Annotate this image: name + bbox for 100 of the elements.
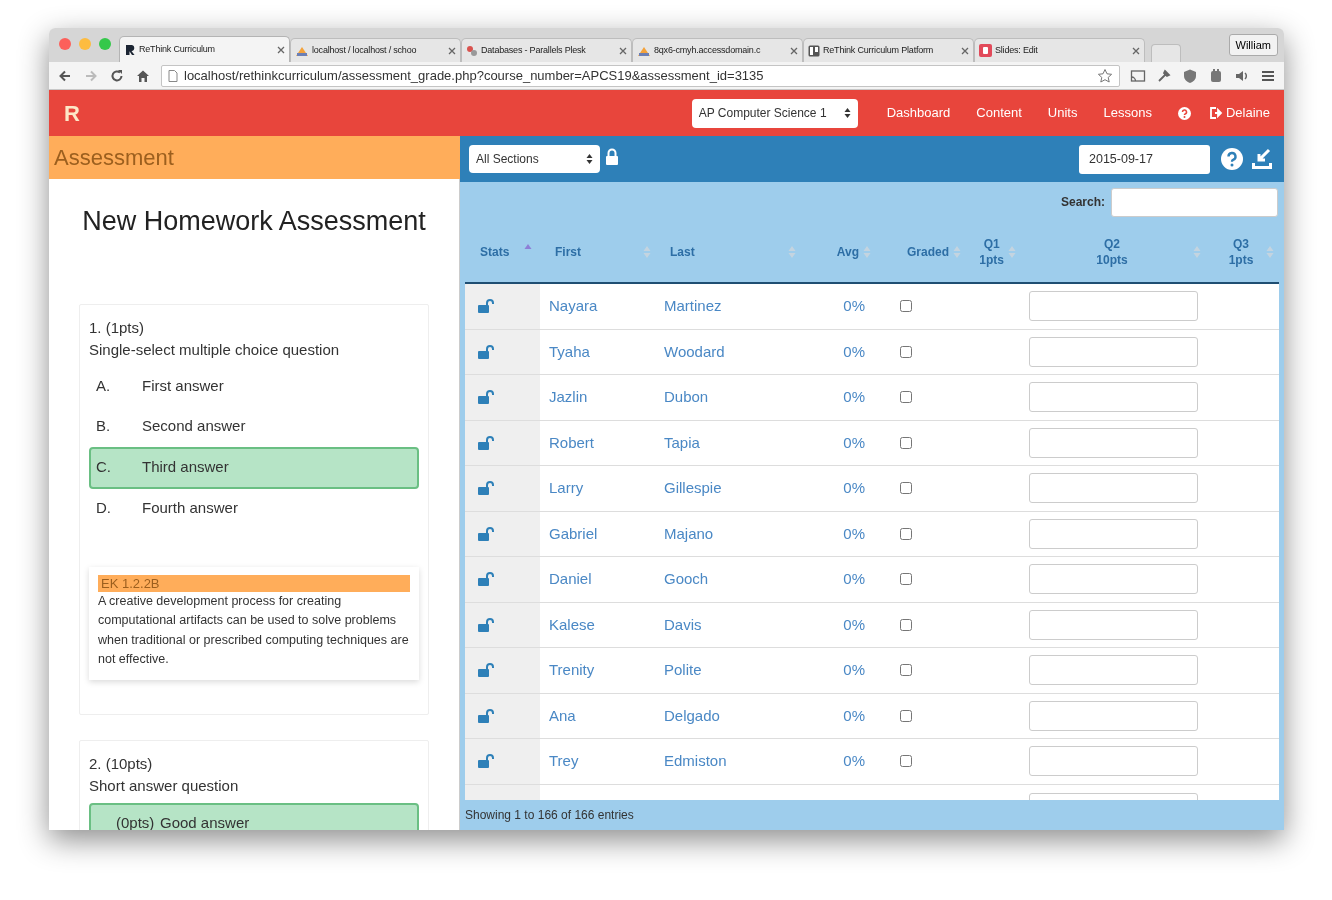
- score-field[interactable]: [1029, 746, 1198, 777]
- graded-checkbox[interactable]: [900, 345, 912, 358]
- star-icon[interactable]: [1097, 67, 1113, 84]
- nav-link[interactable]: Content: [963, 103, 1035, 123]
- nav-link[interactable]: Dashboard: [873, 103, 964, 123]
- column-header[interactable]: Graded: [875, 222, 965, 282]
- score-field[interactable]: [1029, 473, 1198, 504]
- unlock-icon[interactable]: [478, 526, 494, 541]
- first-name[interactable]: Ana: [549, 704, 576, 727]
- date-field[interactable]: 2015-09-17: [1079, 144, 1210, 174]
- profile-button[interactable]: William: [1228, 34, 1278, 56]
- first-name[interactable]: Robert: [549, 431, 595, 454]
- nav-link[interactable]: Lessons: [1090, 103, 1165, 123]
- unlock-icon[interactable]: [478, 572, 494, 587]
- unlock-icon[interactable]: [478, 617, 494, 632]
- browser-tab[interactable]: localhost / localhost / schoo: [290, 38, 461, 62]
- graded-checkbox[interactable]: [900, 436, 912, 449]
- close-icon[interactable]: [277, 45, 285, 54]
- graded-checkbox[interactable]: [900, 755, 912, 768]
- last-name[interactable]: Delgado: [664, 704, 720, 727]
- close-icon[interactable]: [961, 46, 969, 55]
- unlock-icon[interactable]: [478, 344, 494, 359]
- score-field[interactable]: [1029, 382, 1198, 413]
- user-link[interactable]: Delaine: [1209, 103, 1270, 123]
- close-icon[interactable]: [619, 46, 627, 55]
- first-name[interactable]: Tyaha: [549, 340, 590, 363]
- first-name[interactable]: Trey: [549, 750, 579, 773]
- address-field[interactable]: localhost/rethinkcurriculum/assessment_grade.php?course_number=APCS19&assessment_id=3135: [161, 64, 1120, 87]
- last-name[interactable]: Tapia: [664, 431, 700, 454]
- graded-checkbox[interactable]: [900, 573, 912, 586]
- column-header[interactable]: Q2 10pts: [1020, 222, 1205, 282]
- column-header[interactable]: First: [540, 222, 655, 282]
- column-header[interactable]: Last: [655, 222, 800, 282]
- column-header[interactable]: Q3 1pts: [1205, 222, 1278, 282]
- close-icon[interactable]: [1132, 46, 1140, 55]
- last-name[interactable]: Edmiston: [664, 750, 727, 773]
- close-icon[interactable]: [448, 46, 456, 55]
- eyedropper-icon[interactable]: [1156, 67, 1172, 84]
- graded-checkbox[interactable]: [900, 300, 912, 313]
- score-field[interactable]: [1029, 655, 1198, 686]
- shield-icon[interactable]: [1182, 67, 1198, 84]
- last-name[interactable]: Davis: [664, 613, 702, 636]
- window-control-icon[interactable]: [59, 38, 71, 50]
- browser-tab[interactable]: Databases - Parallels Plesk: [461, 38, 632, 62]
- cast-icon[interactable]: [1130, 67, 1146, 84]
- graded-checkbox[interactable]: [900, 391, 912, 404]
- graded-checkbox[interactable]: [900, 482, 912, 495]
- last-name[interactable]: Gillespie: [664, 477, 722, 500]
- section-select[interactable]: All Sections: [469, 145, 600, 173]
- column-header[interactable]: Stats: [465, 222, 540, 282]
- unlock-icon[interactable]: [478, 390, 494, 405]
- first-name[interactable]: Daniel: [549, 568, 592, 591]
- last-name[interactable]: Dubon: [664, 386, 709, 409]
- last-name[interactable]: Polite: [664, 659, 702, 682]
- updown-icon: [843, 107, 851, 119]
- nav-link[interactable]: Units: [1034, 103, 1091, 123]
- plug-icon[interactable]: [1208, 67, 1224, 84]
- score-field[interactable]: [1029, 427, 1198, 458]
- download-icon[interactable]: [1251, 148, 1273, 170]
- first-name[interactable]: Larry: [549, 477, 584, 500]
- score-field[interactable]: [1029, 518, 1198, 549]
- first-name[interactable]: Kalese: [549, 613, 595, 636]
- lock-icon[interactable]: [605, 147, 619, 165]
- last-name[interactable]: Majano: [664, 522, 714, 545]
- score-field[interactable]: [1029, 291, 1198, 322]
- course-select[interactable]: AP Computer Science 1: [691, 98, 858, 128]
- graded-checkbox[interactable]: [900, 709, 912, 722]
- score-field[interactable]: [1029, 609, 1198, 640]
- logo[interactable]: R: [64, 96, 80, 130]
- url-text: localhost/rethinkcurriculum/assessment_grade.php?course_number=APCS19&assessment_id=3135: [184, 66, 765, 85]
- unlock-icon[interactable]: [478, 708, 494, 723]
- unlock-icon[interactable]: [478, 435, 494, 450]
- graded-checkbox[interactable]: [900, 527, 912, 540]
- unlock-icon[interactable]: [478, 299, 494, 314]
- graded-checkbox[interactable]: [900, 618, 912, 631]
- search-field[interactable]: [1111, 187, 1278, 217]
- close-icon[interactable]: [790, 46, 798, 55]
- score-field[interactable]: [1029, 700, 1198, 731]
- graded-checkbox[interactable]: [900, 664, 912, 677]
- browser-tab[interactable]: Slides: Edit: [974, 38, 1145, 62]
- help-icon[interactable]: [1221, 148, 1243, 170]
- score-field[interactable]: [1029, 336, 1198, 367]
- browser-tab[interactable]: 8qx6-cmyh.accessdomain.c: [632, 38, 803, 62]
- column-header[interactable]: Avg: [800, 222, 875, 282]
- unlock-icon[interactable]: [478, 663, 494, 678]
- unlock-icon[interactable]: [478, 481, 494, 496]
- column-header[interactable]: Q1 1pts: [965, 222, 1020, 282]
- last-name[interactable]: Martinez: [664, 295, 722, 318]
- score-field[interactable]: [1029, 564, 1198, 595]
- reload-icon[interactable]: [109, 67, 125, 84]
- first-name[interactable]: Jazlin: [549, 386, 588, 409]
- help-icon[interactable]: [1177, 106, 1191, 120]
- browser-tab[interactable]: ReThink Curriculum Platform: [803, 38, 974, 62]
- last-name[interactable]: Woodard: [664, 340, 725, 363]
- first-name[interactable]: Trenity: [549, 659, 595, 682]
- browser-tab[interactable]: ReThink Curriculum: [119, 36, 290, 62]
- last-name[interactable]: Gooch: [664, 568, 709, 591]
- unlock-icon[interactable]: [478, 754, 494, 769]
- first-name[interactable]: Gabriel: [549, 522, 598, 545]
- first-name[interactable]: Nayara: [549, 295, 598, 318]
